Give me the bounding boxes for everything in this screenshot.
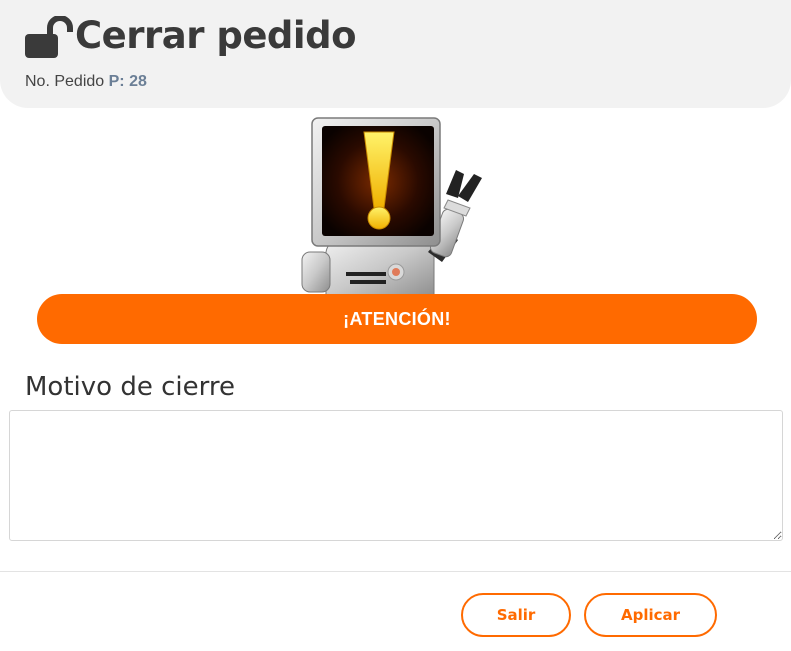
- close-order-dialog: Cerrar pedido No. Pedido P: 28 ¡ATENCIÓN…: [0, 0, 791, 651]
- dialog-header: Cerrar pedido No. Pedido P: 28: [0, 0, 791, 108]
- order-number-label: No. Pedido: [25, 73, 105, 90]
- unlocked-padlock-icon: [25, 15, 73, 58]
- exit-button[interactable]: Salir: [461, 593, 571, 637]
- order-number: No. Pedido P: 28: [25, 73, 147, 91]
- attention-banner: ¡ATENCIÓN!: [37, 294, 757, 344]
- reason-label: Motivo de cierre: [25, 372, 235, 402]
- page-title: Cerrar pedido: [75, 14, 357, 57]
- order-number-value: P: 28: [108, 73, 147, 90]
- apply-button[interactable]: Aplicar: [584, 593, 717, 637]
- footer-divider: [0, 571, 791, 572]
- warning-robot-illustration: [296, 112, 496, 298]
- reason-textarea[interactable]: [9, 410, 783, 541]
